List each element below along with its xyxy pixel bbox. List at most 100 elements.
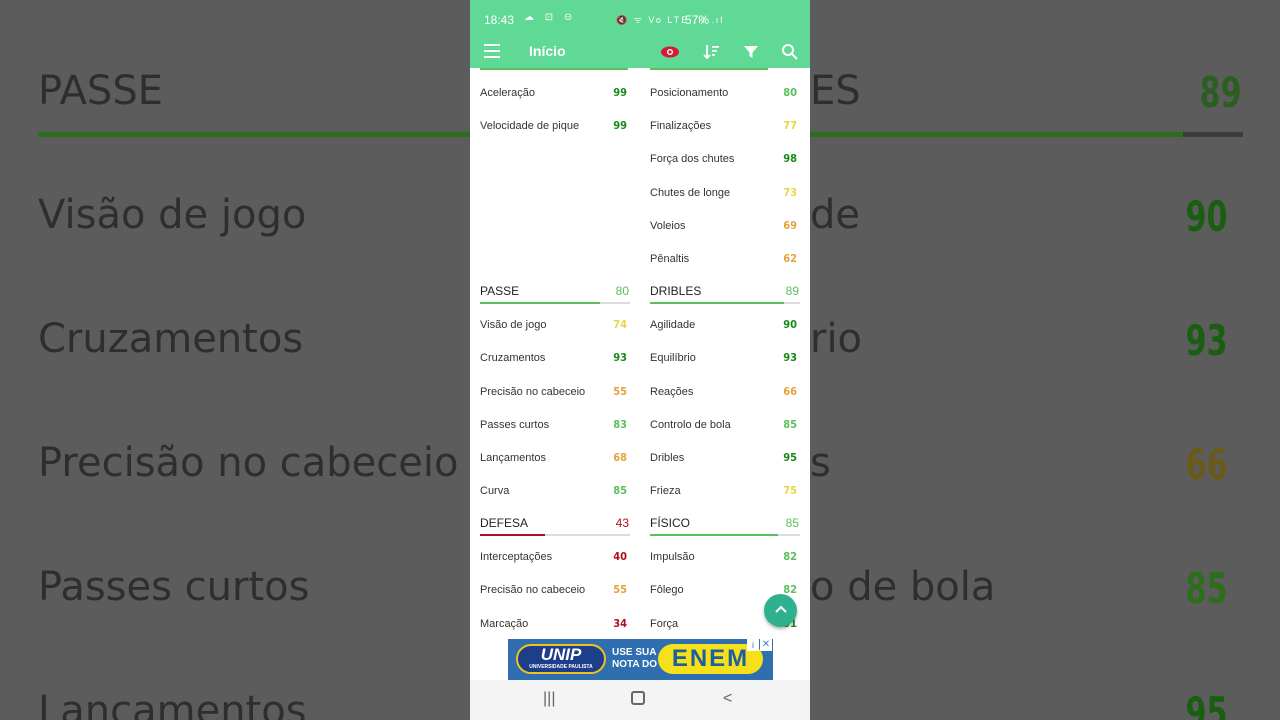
attribute-row[interactable]: Aceleração 99: [480, 72, 630, 105]
attribute-row[interactable]: Marcação 34: [480, 603, 630, 636]
attribute-row[interactable]: Controlo de bola 85: [650, 404, 800, 437]
section-title: DRIBLES: [650, 284, 702, 298]
attribute-row[interactable]: Lançamentos 68: [480, 437, 630, 470]
section-value: 85: [785, 516, 799, 530]
attribute-value: 55: [613, 384, 627, 398]
attribute-label: Equilíbrio: [650, 352, 696, 365]
attribute-value: 73: [783, 185, 797, 199]
attribute-value: 85: [613, 484, 627, 498]
section-value: 80: [615, 284, 629, 298]
attribute-row[interactable]: Reações 66: [650, 371, 800, 404]
attribute-label: Precisão no cabeceio: [480, 385, 586, 398]
section-title: DEFESA: [480, 516, 529, 530]
section-header[interactable]: DEFESA 43: [480, 503, 630, 536]
attribute-row[interactable]: Interceptações 40: [480, 536, 630, 569]
ad-close-icon[interactable]: ✕: [760, 639, 772, 651]
bg-fragment-text: de: [810, 192, 860, 238]
eye-icon[interactable]: [660, 42, 680, 62]
attribute-row[interactable]: Dribles 95: [650, 437, 800, 470]
attribute-value: 68: [613, 451, 627, 464]
filter-icon[interactable]: [741, 42, 761, 62]
attribute-row[interactable]: Visão de jogo 74: [480, 304, 630, 337]
attribute-label: Lançamentos: [480, 452, 547, 464]
bg-fragment-text: ES: [810, 68, 861, 114]
attribute-row[interactable]: Chutes de longe 73: [650, 172, 800, 205]
attribute-row[interactable]: Cruzamentos 93: [480, 337, 630, 370]
attribute-label: Dribles: [650, 452, 685, 464]
attribute-label: Curva: [480, 485, 510, 498]
attribute-label: Pênaltis: [650, 253, 690, 265]
attribute-row[interactable]: Precisão no cabeceio 55: [480, 569, 630, 602]
bg-attribute-label: Precisão no cabeceio: [38, 440, 459, 486]
status-notification-icons: ☁ ⊡ ⊝: [524, 12, 577, 23]
section-bar-partial: [480, 68, 628, 70]
attribute-label: Marcação: [480, 617, 529, 630]
ad-text: USE SUA NOTA DO: [612, 647, 657, 670]
attribute-row[interactable]: Força dos chutes 98: [650, 138, 800, 171]
section-value: 89: [785, 284, 799, 298]
attribute-label: Força dos chutes: [650, 153, 735, 166]
attribute-label: Visão de jogo: [480, 319, 547, 332]
bg-section-title: PASSE: [38, 68, 163, 114]
back-button[interactable]: <: [723, 690, 732, 708]
scroll-to-top-button[interactable]: [764, 594, 797, 627]
attribute-value: 82: [783, 550, 797, 564]
status-battery: 57%: [685, 13, 710, 27]
attribute-value: 95: [783, 451, 797, 464]
recents-button[interactable]: |||: [543, 690, 555, 708]
bg-attribute-label: Visão de jogo: [38, 192, 307, 238]
attribute-value: 34: [613, 616, 627, 630]
status-bar: 18:43 ☁ ⊡ ⊝ 🔇 ᯤ Vo LTE .ıl .ıl 57%: [470, 0, 810, 36]
attribute-label: Finalizações: [650, 120, 712, 133]
bg-attribute-value: 66: [1185, 440, 1228, 489]
attribute-label: Impulsão: [650, 551, 695, 564]
sort-icon[interactable]: [702, 42, 722, 62]
attribute-label: Frieza: [650, 485, 681, 498]
attribute-row[interactable]: Frieza 75: [650, 470, 800, 503]
attribute-value: 62: [783, 252, 797, 265]
status-time: 18:43: [484, 13, 515, 27]
section-header[interactable]: DRIBLES 89: [650, 271, 800, 304]
attribute-value: 99: [613, 86, 627, 99]
attribute-row[interactable]: Finalizações 77: [650, 105, 800, 138]
section-title: PASSE: [480, 284, 520, 298]
system-nav-bar: ||| <: [470, 680, 810, 720]
attribute-value: 98: [783, 152, 797, 166]
chevron-up-icon: [774, 605, 787, 613]
attribute-row[interactable]: Impulsão 82: [650, 536, 800, 569]
attribute-row[interactable]: Passes curtos 83: [480, 404, 630, 437]
search-icon[interactable]: [780, 42, 800, 62]
attribute-value: 77: [783, 119, 797, 133]
section-header[interactable]: FÍSICO 85: [650, 503, 800, 536]
ad-banner[interactable]: UNIP UNIVERSIDADE PAULISTA USE SUA NOTA DO…: [508, 639, 773, 680]
attribute-row[interactable]: Velocidade de pique 99: [480, 105, 630, 138]
attribute-value: 93: [783, 351, 797, 365]
home-button[interactable]: [631, 691, 645, 705]
bg-attribute-label: Lançamentos: [38, 688, 307, 720]
section-title: FÍSICO: [650, 516, 691, 530]
ad-info-icon[interactable]: i: [747, 639, 759, 651]
attribute-value: 75: [783, 484, 797, 498]
attribute-value: 85: [783, 417, 797, 431]
attribute-row[interactable]: Posicionamento 80: [650, 72, 800, 105]
attribute-row[interactable]: Agilidade 90: [650, 304, 800, 337]
bg-attribute-label: Cruzamentos: [38, 316, 304, 362]
attribute-label: Interceptações: [480, 551, 553, 564]
attribute-row[interactable]: Precisão no cabeceio 55: [480, 371, 630, 404]
attribute-row[interactable]: Equilíbrio 93: [650, 337, 800, 370]
phone-screen: 18:43 ☁ ⊡ ⊝ 🔇 ᯤ Vo LTE .ıl .ıl 57% Iníci…: [470, 0, 810, 720]
section-header[interactable]: PASSE 80: [480, 271, 630, 304]
bg-attribute-value: 90: [1185, 192, 1228, 241]
attribute-label: Velocidade de pique: [480, 120, 580, 133]
attribute-row[interactable]: Curva 85: [480, 470, 630, 503]
attribute-row[interactable]: Pênaltis 62: [650, 238, 800, 271]
menu-icon[interactable]: [484, 44, 500, 58]
attribute-value: 83: [613, 417, 627, 431]
attributes-content[interactable]: Aceleração 99 Velocidade de pique 99 PASSE 80…: [470, 68, 810, 636]
attribute-value: 69: [783, 218, 797, 232]
bg-attribute-value: 93: [1185, 316, 1228, 365]
attribute-value: 93: [613, 351, 627, 365]
bg-fragment-text: o de bola: [810, 564, 996, 610]
attribute-row[interactable]: Voleios 69: [650, 205, 800, 238]
app-bar: Início: [470, 36, 810, 68]
